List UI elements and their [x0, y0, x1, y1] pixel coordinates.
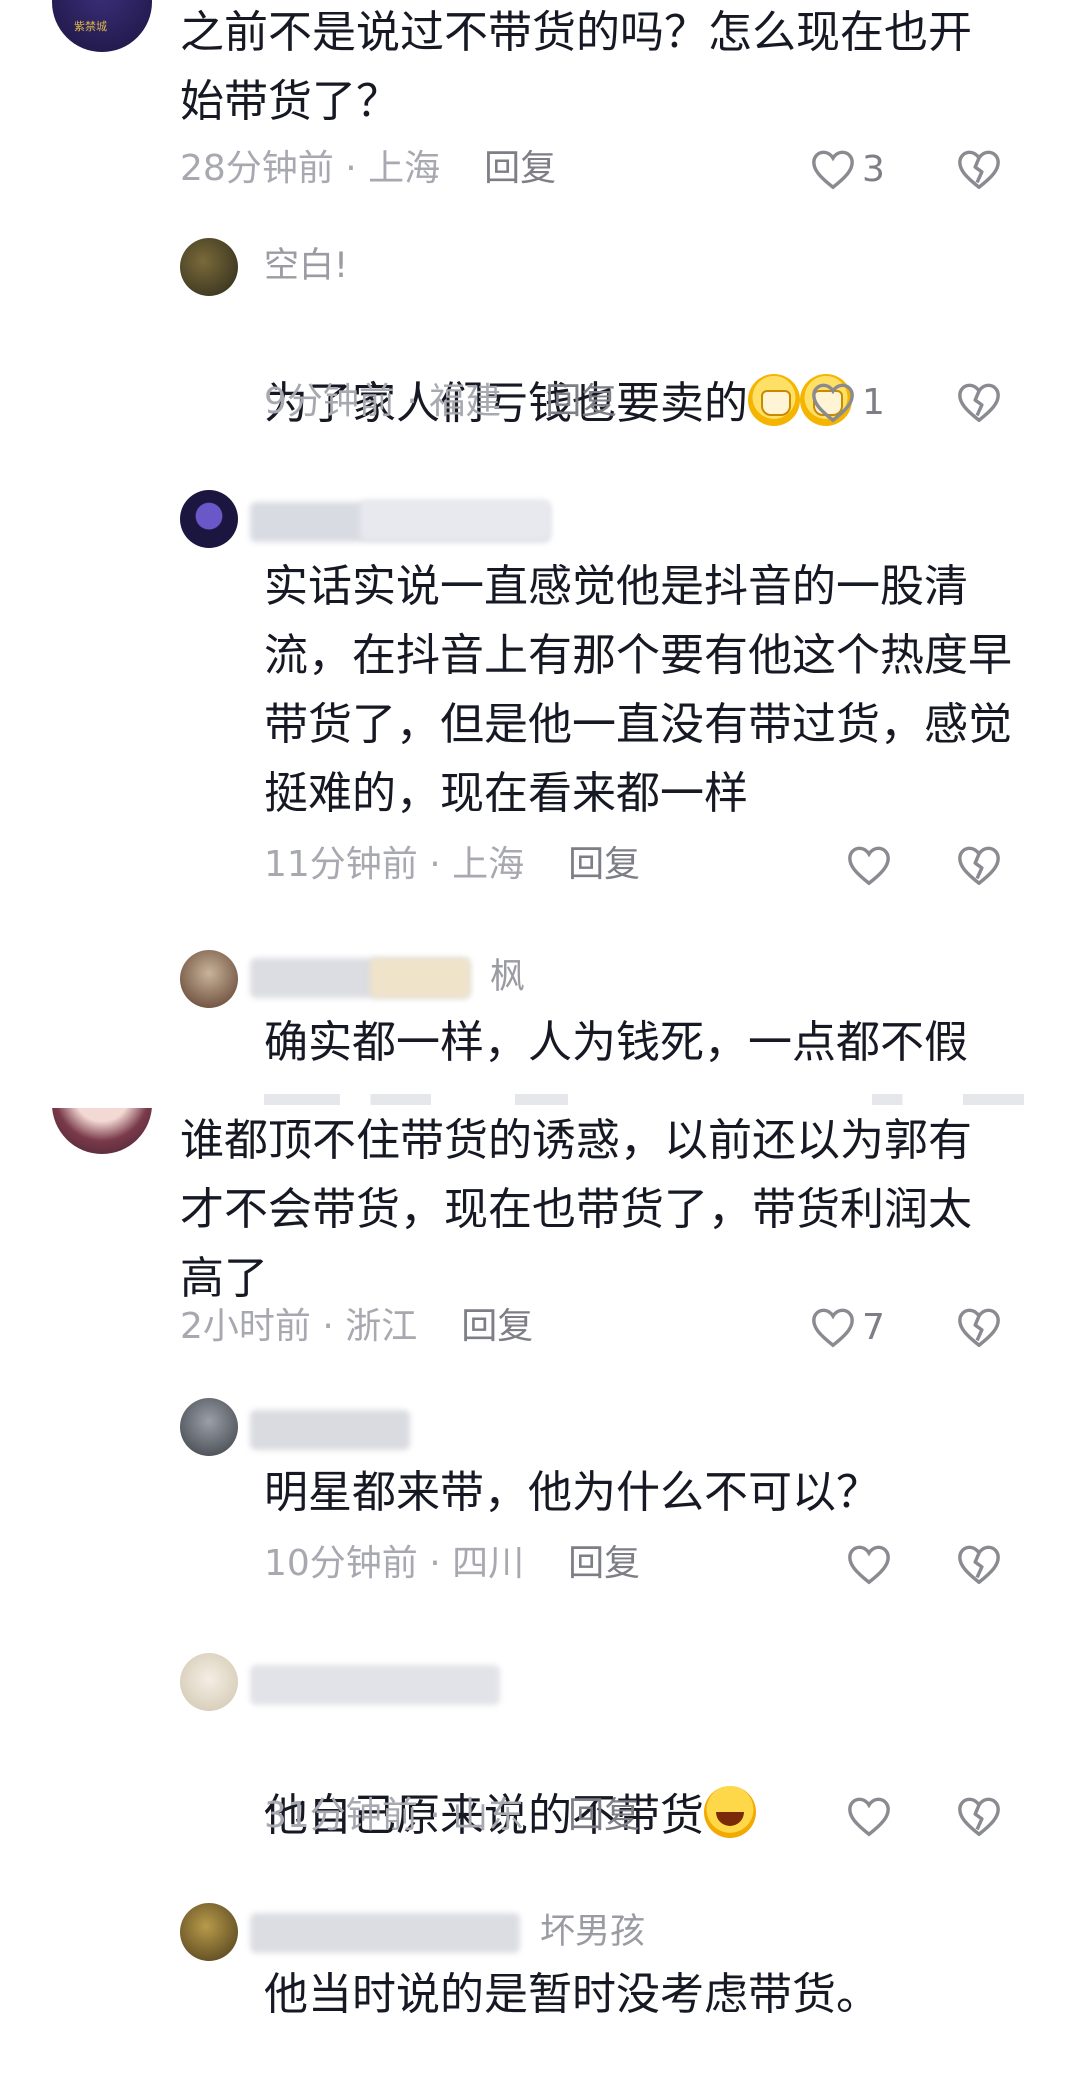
reply-button[interactable]: 回复 [461, 1306, 533, 1347]
broken-heart-icon[interactable] [956, 842, 1002, 888]
heart-outline-icon [848, 1797, 890, 1837]
like-count: 7 [862, 1306, 885, 1348]
blurred-username [250, 1913, 520, 1953]
clap-emoji-icon [748, 374, 800, 426]
cut-off-meta [264, 1094, 1024, 1105]
like-button[interactable]: 1 [810, 377, 885, 427]
heart-outline-icon [812, 383, 854, 423]
blurred-username [250, 1410, 410, 1450]
avatar-badge: 紫禁城 [74, 20, 107, 33]
reply-text: 实话实说一直感觉他是抖音的一股清 流，在抖音上有那个要有他这个热度早 带货了，但… [264, 561, 1012, 819]
broken-heart-icon[interactable] [956, 1793, 1002, 1839]
comment-meta: 28分钟前 · 上海 回复 [180, 148, 557, 189]
reply-button[interactable]: 回复 [568, 1795, 640, 1836]
comment-location: 上海 [368, 148, 441, 189]
reply-text: 明星都来带，他为什么不可以？ [264, 1467, 880, 1518]
like-button[interactable]: 3 [810, 144, 885, 194]
reply-username[interactable]: 空白! [264, 244, 348, 288]
reply-meta: 11分钟前 · 上海 回复 [264, 844, 641, 885]
blurred-username [370, 958, 470, 998]
like-count: 3 [862, 148, 885, 190]
reply-button[interactable]: 回复 [568, 844, 640, 885]
comment-meta: 2小时前 · 浙江 回复 [180, 1306, 534, 1347]
like-button[interactable]: 7 [810, 1302, 885, 1352]
laughing-emoji-icon [704, 1786, 756, 1838]
broken-heart-icon[interactable] [956, 146, 1002, 192]
reply-button[interactable]: 回复 [545, 381, 617, 422]
reply-username[interactable]: 坏男孩 [540, 1910, 645, 1954]
reply-button[interactable]: 回复 [568, 1543, 640, 1584]
like-button[interactable] [846, 840, 892, 890]
comment-time: 28分钟前 [180, 148, 334, 189]
heart-outline-icon [848, 1545, 890, 1585]
like-button[interactable] [846, 1539, 892, 1589]
broken-heart-icon[interactable] [956, 1541, 1002, 1587]
comment-text: 之前不是说过不带货的吗？怎么现在也开 始带货了？ [180, 7, 972, 127]
heart-outline-icon [812, 150, 854, 190]
heart-outline-icon [812, 1308, 854, 1348]
reply-text: 他当时说的是暂时没考虑带货。 [264, 1969, 880, 2020]
avatar[interactable] [180, 950, 238, 1008]
reply-meta: 9分钟前 · 福建 回复 [264, 381, 618, 422]
avatar[interactable] [52, 1108, 152, 1154]
reply-meta: 10分钟前 · 四川 回复 [264, 1543, 641, 1584]
comment-thread-1: 紫禁城 之前不是说过不带货的吗？怎么现在也开 始带货了？ 28分钟前 · 上海回… [0, 0, 1080, 1105]
comment-thread-2: 谁都顶不住带货的诱惑，以前还以为郭有 才不会带货，现在也带货了，带货利润太 高了… [0, 1108, 1080, 2082]
reply-text: 确实都一样，人为钱死，一点都不假 [264, 1017, 968, 1068]
broken-heart-icon[interactable] [956, 1304, 1002, 1350]
blurred-username [250, 1665, 500, 1705]
avatar[interactable] [180, 490, 238, 548]
avatar[interactable]: 紫禁城 [52, 0, 152, 52]
heart-outline-icon [848, 846, 890, 886]
avatar[interactable] [180, 1398, 238, 1456]
avatar[interactable] [180, 238, 238, 296]
reply-username[interactable]: 枫 [490, 955, 525, 999]
reply-button[interactable]: 回复 [484, 148, 556, 189]
avatar[interactable] [180, 1903, 238, 1961]
reply-meta: 31分钟前 · 山东 回复 [264, 1795, 641, 1836]
comment-text: 谁都顶不住带货的诱惑，以前还以为郭有 才不会带货，现在也带货了，带货利润太 高了 [180, 1115, 972, 1304]
avatar[interactable] [180, 1653, 238, 1711]
blurred-username [360, 500, 550, 540]
like-button[interactable] [846, 1791, 892, 1841]
like-count: 1 [862, 381, 885, 423]
broken-heart-icon[interactable] [956, 379, 1002, 425]
